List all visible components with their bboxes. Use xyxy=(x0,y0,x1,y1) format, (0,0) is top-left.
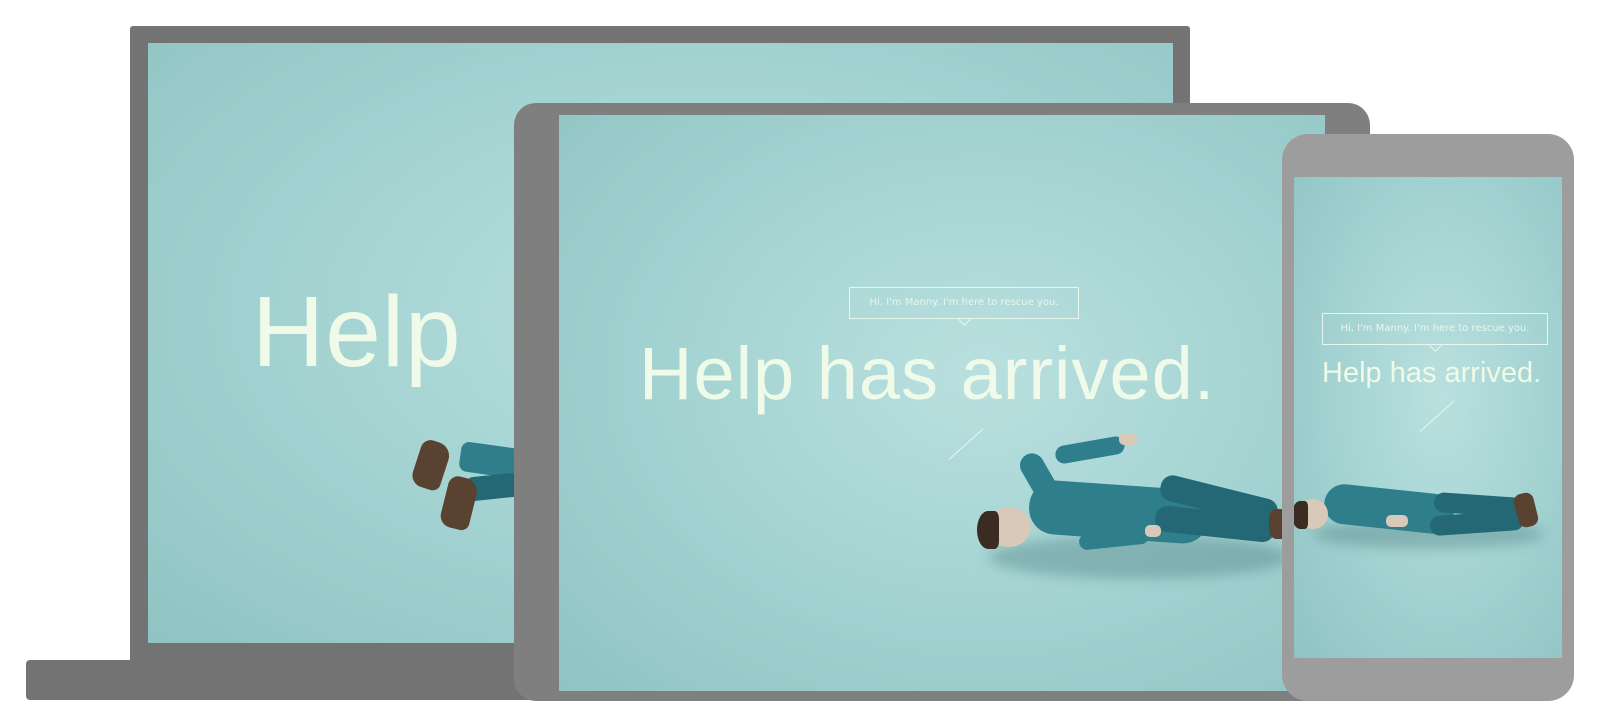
phone-headline: Help has arrived. xyxy=(1322,357,1542,389)
tablet-speech-bubble: Hi, I'm Manny. I'm here to rescue you. xyxy=(849,287,1079,319)
tablet-screen: Hi, I'm Manny. I'm here to rescue you. H… xyxy=(559,115,1325,691)
tablet-pointer-line xyxy=(948,428,984,460)
tablet-headline: Help has arrived. xyxy=(639,332,1216,415)
phone-screen: Hi, I'm Manny. I'm here to rescue you. H… xyxy=(1294,177,1562,658)
device-mockup-stage: Help Hi, I'm Manny. I'm here to rescue y… xyxy=(0,0,1600,728)
laptop-base xyxy=(26,660,566,700)
phone-pointer-line xyxy=(1419,400,1455,432)
phone-speech-bubble: Hi, I'm Manny. I'm here to rescue you. xyxy=(1322,313,1548,345)
laptop-headline: Help xyxy=(252,276,462,388)
